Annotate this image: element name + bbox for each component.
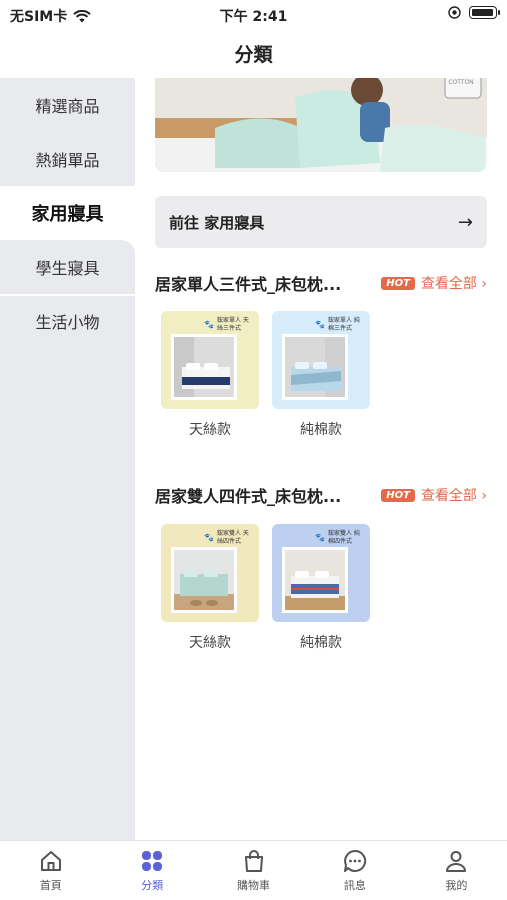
status-time: 下午 2:41: [219, 9, 288, 25]
sidebar-item-home-bedding[interactable]: 家用寢具: [0, 186, 135, 240]
tab-category[interactable]: 分類: [101, 841, 202, 900]
banner-text: COMBED COTTON: [448, 79, 474, 86]
orientation-lock-icon: [448, 6, 461, 19]
cart-icon: [244, 850, 263, 872]
product-label: 天絲款: [189, 422, 231, 438]
product-label: 純棉款: [300, 635, 342, 651]
product-label: 純棉款: [300, 422, 342, 438]
section-title: 居家單人三件式_床包枕...: [155, 275, 342, 294]
category-content: COMBED COTTON 前往 家用寢具 → 居家單人三件式_床包枕... H…: [135, 78, 507, 840]
goto-category-button[interactable]: 前往 家用寢具 →: [155, 196, 487, 248]
product-thumbnail: 🐾 鋐家雙人 天絲四件式: [161, 524, 259, 622]
tab-bar: 首頁 分類 購物車 訊息 我的: [0, 840, 507, 900]
user-icon: [446, 851, 467, 872]
product-thumbnail: 🐾 鋐家單人 天絲三件式: [161, 311, 259, 409]
sidebar-item-label: 熱銷單品: [35, 151, 100, 170]
product-label: 天絲款: [189, 635, 231, 651]
hot-badge: HOT: [381, 276, 415, 290]
category-banner[interactable]: COMBED COTTON: [155, 78, 487, 172]
tab-label: 購物車: [237, 879, 271, 892]
paw-logo-icon: 🐾: [315, 320, 325, 329]
product-photo: [285, 550, 345, 610]
arrow-right-icon: →: [457, 211, 473, 233]
sidebar-item-label: 精選商品: [35, 97, 100, 116]
view-all-link[interactable]: 查看全部 ›: [421, 485, 487, 505]
thumbnail-caption: 鋐家單人 天絲三件式: [217, 317, 249, 332]
status-bar: 无SIM卡 下午 2:41: [0, 0, 507, 30]
section-title: 居家雙人四件式_床包枕...: [155, 487, 342, 506]
sidebar-item-label: 生活小物: [35, 313, 100, 332]
paw-logo-icon: 🐾: [204, 320, 214, 329]
sidebar-item-label: 家用寢具: [31, 204, 104, 225]
tab-home[interactable]: 首頁: [0, 841, 101, 900]
sidebar-item-featured[interactable]: 精選商品: [0, 78, 135, 132]
product-photo: [285, 337, 345, 397]
tab-label: 分類: [141, 879, 164, 892]
category-icon: [142, 851, 163, 871]
product-card[interactable]: 🐾 鋐家雙人 天絲四件式 天絲款: [161, 524, 259, 652]
thumbnail-caption: 鋐家單人 純棉三件式: [328, 317, 360, 332]
section-header: 居家單人三件式_床包枕... HOT 查看全部 ›: [155, 271, 487, 295]
category-sidebar: 精選商品 熱銷單品 家用寢具 學生寢具 生活小物: [0, 78, 135, 840]
paw-logo-icon: 🐾: [204, 533, 214, 542]
product-card[interactable]: 🐾 鋐家雙人 純棉四件式 純棉款: [272, 524, 370, 652]
product-photo: [174, 550, 234, 610]
sidebar-item-daily-goods[interactable]: 生活小物: [0, 294, 135, 348]
tab-label: 我的: [445, 879, 468, 892]
message-icon: [343, 849, 367, 872]
thumbnail-caption: 鋐家雙人 純棉四件式: [328, 530, 360, 545]
product-photo: [174, 337, 234, 397]
tab-profile[interactable]: 我的: [406, 841, 507, 900]
product-card[interactable]: 🐾 鋐家單人 純棉三件式 純棉款: [272, 311, 370, 439]
product-thumbnail: 🐾 鋐家單人 純棉三件式: [272, 311, 370, 409]
sidebar-item-label: 學生寢具: [35, 259, 100, 278]
banner-image: [155, 78, 487, 172]
product-card[interactable]: 🐾 鋐家單人 天絲三件式 天絲款: [161, 311, 259, 439]
product-thumbnail: 🐾 鋐家雙人 純棉四件式: [272, 524, 370, 622]
goto-category-label: 前往 家用寢具: [169, 213, 265, 232]
view-all-link[interactable]: 查看全部 ›: [421, 273, 487, 293]
tab-label: 首頁: [39, 879, 62, 892]
sidebar-item-bestsellers[interactable]: 熱銷單品: [0, 132, 135, 186]
battery-icon: [469, 6, 500, 19]
hot-badge: HOT: [381, 488, 415, 502]
paw-logo-icon: 🐾: [315, 533, 325, 542]
tab-label: 訊息: [343, 879, 366, 892]
tab-cart[interactable]: 購物車: [203, 841, 304, 900]
page-title: 分類: [234, 44, 273, 66]
navigation-bar: 分類: [0, 30, 507, 78]
home-icon: [40, 851, 61, 871]
section-header: 居家雙人四件式_床包枕... HOT 查看全部 ›: [155, 483, 487, 507]
thumbnail-caption: 鋐家雙人 天絲四件式: [217, 530, 249, 545]
sidebar-item-student-bedding[interactable]: 學生寢具: [0, 240, 135, 294]
tab-messages[interactable]: 訊息: [304, 841, 405, 900]
